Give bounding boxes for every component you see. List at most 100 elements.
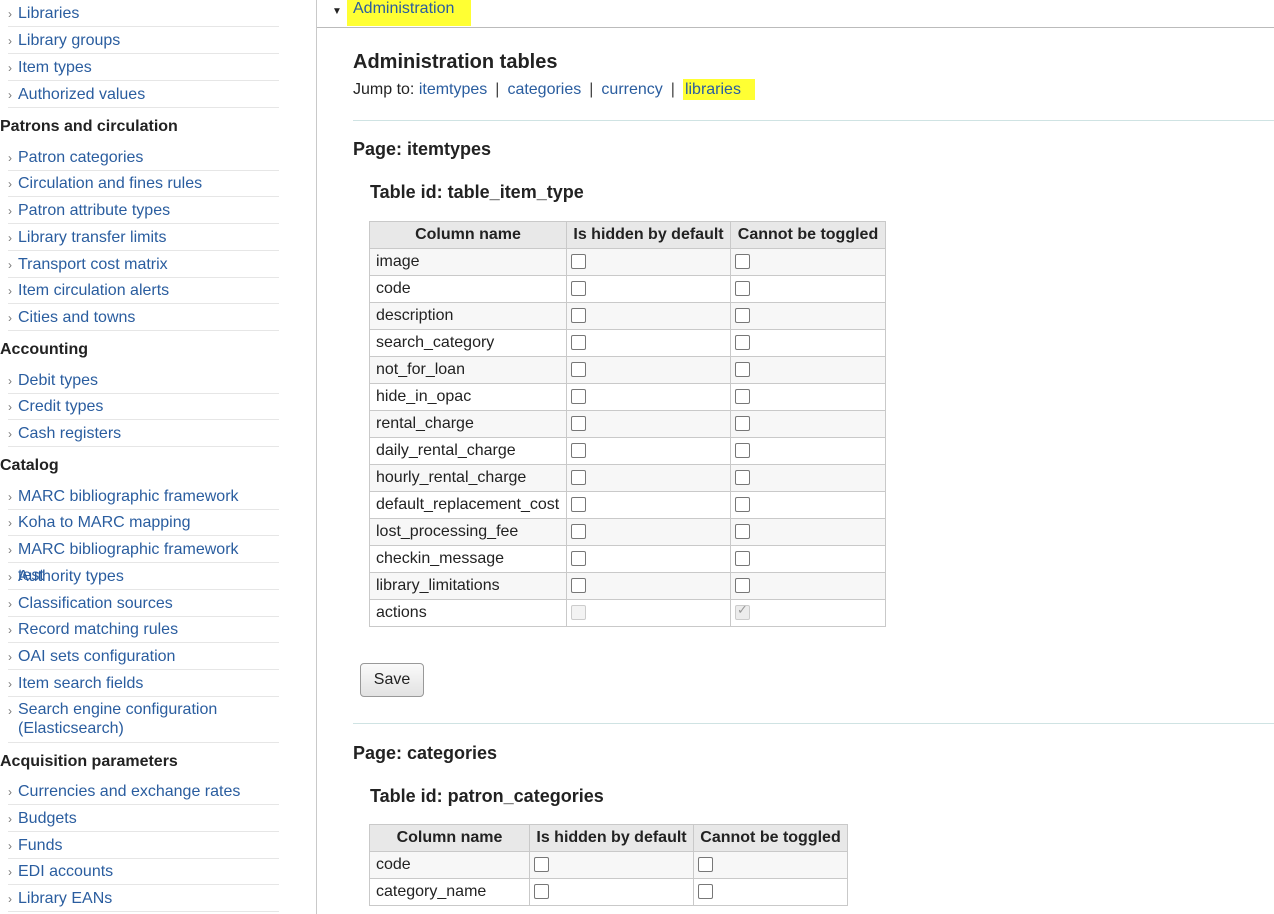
hidden-by-default-checkbox[interactable]: [571, 308, 586, 324]
sidebar-item-funds[interactable]: › Funds: [8, 833, 279, 859]
hidden-by-default-checkbox[interactable]: [571, 470, 586, 486]
sidebar-item-credit-types[interactable]: › Credit types: [8, 394, 279, 420]
panel-title[interactable]: Administration: [347, 0, 471, 26]
sidebar-item-library-transfer-limits[interactable]: › Library transfer limits: [8, 225, 279, 251]
column-name-cell: hide_in_opac: [369, 383, 567, 411]
cannot-toggle-cell: [730, 599, 886, 627]
table-row: lost_processing_fee: [369, 518, 886, 546]
hidden-cell: [566, 383, 731, 411]
sidebar-item-edi-accounts[interactable]: › EDI accounts: [8, 859, 279, 885]
table-row: checkin_message: [369, 545, 886, 573]
hidden-by-default-checkbox[interactable]: [571, 578, 586, 594]
jump-link-categories[interactable]: categories: [507, 81, 581, 98]
cannot-be-toggled-checkbox[interactable]: [735, 443, 750, 459]
cannot-toggle-cell: [730, 545, 886, 573]
sidebar-item-authority-types[interactable]: › Authority types: [8, 564, 279, 590]
hidden-by-default-checkbox[interactable]: [571, 389, 586, 405]
cannot-be-toggled-checkbox[interactable]: [698, 884, 713, 900]
hidden-by-default-checkbox[interactable]: [571, 281, 586, 297]
table-row: actions: [369, 599, 886, 627]
cannot-be-toggled-checkbox[interactable]: [735, 389, 750, 405]
chevron-right-icon: ›: [8, 88, 12, 102]
chevron-right-icon: ›: [8, 7, 12, 21]
sidebar-item-patron-categories[interactable]: › Patron categories: [8, 145, 279, 171]
sidebar-item-classification-sources[interactable]: › Classification sources: [8, 591, 279, 617]
hidden-cell: [529, 878, 694, 906]
sidebar-item-record-matching-rules[interactable]: › Record matching rules: [8, 617, 279, 643]
hidden-by-default-checkbox: [571, 605, 586, 621]
administration-panel-header[interactable]: ▼ Administration: [317, 0, 1274, 28]
column-name-cell: actions: [369, 599, 567, 627]
sidebar-item-marc-framework-test[interactable]: › MARC bibliographic framework test: [8, 537, 279, 584]
sidebar-item-cash-registers[interactable]: › Cash registers: [8, 421, 279, 447]
hidden-by-default-checkbox[interactable]: [534, 884, 549, 900]
cannot-toggle-cell: [693, 851, 848, 879]
cannot-be-toggled-checkbox[interactable]: [735, 551, 750, 567]
cannot-toggle-cell: [730, 356, 886, 384]
cannot-toggle-cell: [730, 491, 886, 519]
sidebar-item-item-search-fields[interactable]: › Item search fields: [8, 671, 279, 697]
jump-link-currency[interactable]: currency: [601, 81, 662, 98]
chevron-right-icon: ›: [8, 623, 12, 637]
cannot-be-toggled-checkbox[interactable]: [735, 524, 750, 540]
columns-table-itemtypes: Column name Is hidden by default Cannot …: [369, 221, 886, 627]
table-row: default_replacement_cost: [369, 491, 886, 519]
sidebar-item-item-types[interactable]: › Item types: [8, 55, 279, 81]
sidebar-item-debit-types[interactable]: › Debit types: [8, 368, 279, 394]
chevron-right-icon: ›: [8, 704, 12, 718]
sidebar-item-currencies[interactable]: › Currencies and exchange rates: [8, 779, 279, 805]
column-name-cell: default_replacement_cost: [369, 491, 567, 519]
hidden-by-default-checkbox[interactable]: [571, 416, 586, 432]
cannot-be-toggled-checkbox[interactable]: [735, 254, 750, 270]
table-row: daily_rental_charge: [369, 437, 886, 465]
sidebar-item-patron-attribute-types[interactable]: › Patron attribute types: [8, 198, 279, 224]
sidebar-item-koha-to-marc-mapping[interactable]: › Koha to MARC mapping: [8, 510, 279, 536]
hidden-cell: [566, 464, 731, 492]
hidden-by-default-checkbox[interactable]: [534, 857, 549, 873]
hidden-by-default-checkbox[interactable]: [571, 524, 586, 540]
chevron-right-icon: ›: [8, 258, 12, 272]
sidebar-item-item-circulation-alerts[interactable]: › Item circulation alerts: [8, 278, 279, 304]
chevron-right-icon: ›: [8, 204, 12, 218]
separator: |: [670, 81, 675, 98]
hidden-by-default-checkbox[interactable]: [571, 551, 586, 567]
jump-link-libraries[interactable]: libraries: [682, 79, 755, 100]
cannot-toggle-cell: [730, 248, 886, 276]
jump-link-itemtypes[interactable]: itemtypes: [419, 81, 487, 98]
sidebar-item-libraries[interactable]: › Libraries: [8, 1, 279, 27]
column-name-cell: code: [369, 851, 530, 879]
cannot-be-toggled-checkbox[interactable]: [735, 470, 750, 486]
cannot-be-toggled-checkbox[interactable]: [735, 281, 750, 297]
hidden-by-default-checkbox[interactable]: [571, 254, 586, 270]
hidden-by-default-checkbox[interactable]: [571, 443, 586, 459]
column-name-cell: not_for_loan: [369, 356, 567, 384]
save-button[interactable]: Save: [360, 663, 424, 697]
cannot-toggle-cell: [730, 329, 886, 357]
sidebar-item-marc-framework[interactable]: › MARC bibliographic framework: [8, 484, 279, 510]
hidden-by-default-checkbox[interactable]: [571, 497, 586, 513]
cannot-be-toggled-checkbox[interactable]: [735, 335, 750, 351]
sidebar-item-authorized-values[interactable]: › Authorized values: [8, 82, 279, 108]
sidebar-item-cities-and-towns[interactable]: › Cities and towns: [8, 305, 279, 331]
cannot-be-toggled-checkbox[interactable]: [735, 578, 750, 594]
cannot-be-toggled-checkbox[interactable]: [698, 857, 713, 873]
sidebar-item-oai-sets[interactable]: › OAI sets configuration: [8, 644, 279, 670]
sidebar-item-circulation-rules[interactable]: › Circulation and fines rules: [8, 171, 279, 197]
cannot-be-toggled-checkbox[interactable]: [735, 308, 750, 324]
sidebar-item-search-engine-config[interactable]: › Search engine configuration (Elasticsea…: [8, 697, 279, 743]
sidebar-item-transport-cost-matrix[interactable]: › Transport cost matrix: [8, 252, 279, 278]
chevron-right-icon: ›: [8, 231, 12, 245]
hidden-cell: [566, 437, 731, 465]
sidebar-item-library-groups[interactable]: › Library groups: [8, 28, 279, 54]
hidden-by-default-checkbox[interactable]: [571, 362, 586, 378]
chevron-right-icon: ›: [8, 892, 12, 906]
sidebar-item-library-eans[interactable]: › Library EANs: [8, 886, 279, 912]
cannot-toggle-cell: [730, 464, 886, 492]
chevron-right-icon: ›: [8, 785, 12, 799]
cannot-be-toggled-checkbox[interactable]: [735, 362, 750, 378]
cannot-be-toggled-checkbox[interactable]: [735, 416, 750, 432]
hidden-by-default-checkbox[interactable]: [571, 335, 586, 351]
caret-down-icon[interactable]: ▼: [332, 6, 342, 17]
sidebar-item-budgets[interactable]: › Budgets: [8, 806, 279, 832]
cannot-be-toggled-checkbox[interactable]: [735, 497, 750, 513]
